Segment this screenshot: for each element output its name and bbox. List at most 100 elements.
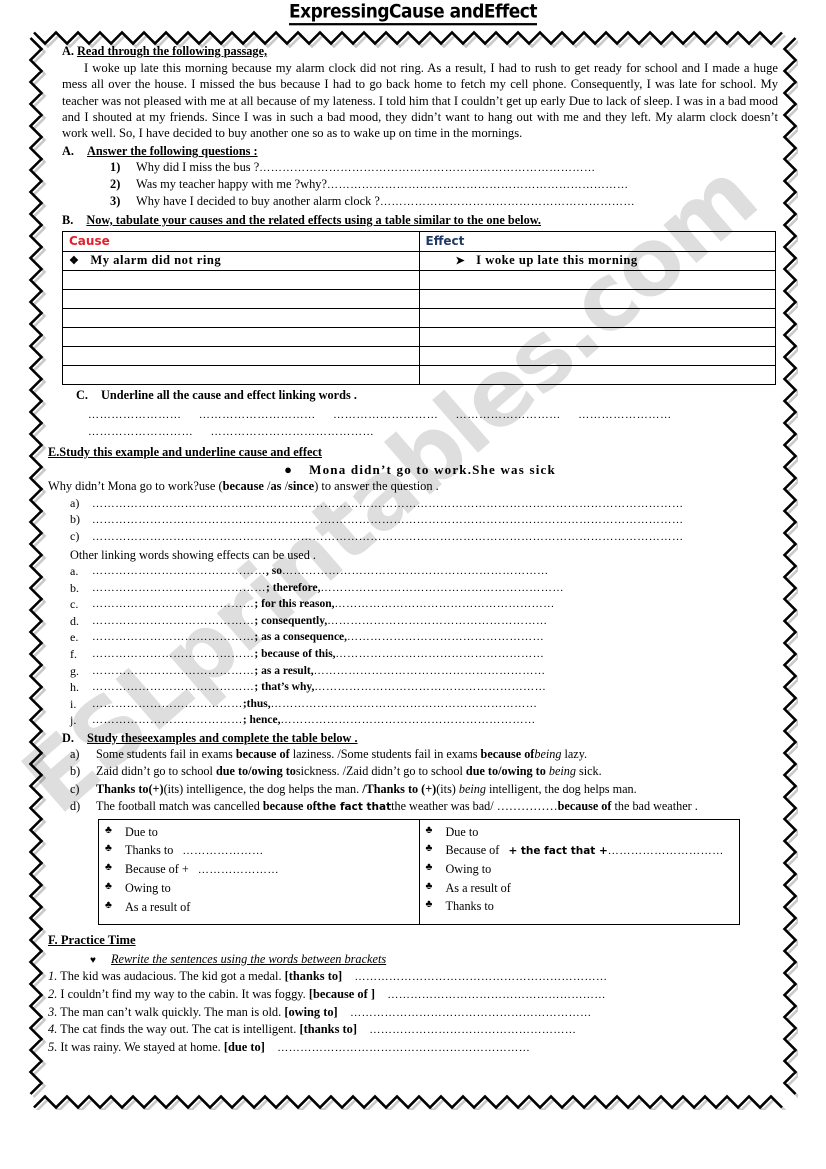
section-a-questions-heading: A. Answer the following questions : bbox=[62, 144, 778, 159]
answer-blank[interactable]: …………………………………………………………………………………………………………… bbox=[92, 514, 684, 526]
answer-blank[interactable]: ……………………… bbox=[88, 426, 193, 438]
answer-blank[interactable]: ……………………………………………………… bbox=[350, 1007, 592, 1019]
section-c-answer-lines[interactable]: …………………… ………………………… ……………………… ……………………… … bbox=[62, 407, 778, 441]
cause-empty-cell[interactable] bbox=[62, 326, 420, 347]
answer-blank[interactable]: ………………… bbox=[183, 845, 264, 857]
answer-blank-left[interactable]: ………………………………… bbox=[92, 698, 243, 710]
answer-blank-right[interactable]: …………………………………………………………… bbox=[282, 565, 549, 577]
list-item[interactable]: 1. The kid was audacious. The kid got a … bbox=[48, 969, 778, 984]
answer-blank[interactable]: …………………………………………………………………………………………………………… bbox=[92, 498, 684, 510]
list-item[interactable]: b. ………………………………………; therefore,……………………………… bbox=[70, 581, 778, 595]
section-d-heading: D. Study theseexamples and complete the … bbox=[62, 731, 778, 746]
answer-blank[interactable]: ………………………………………………………… bbox=[380, 196, 635, 208]
answer-blank[interactable]: …………………………………… bbox=[211, 426, 375, 438]
answer-blank[interactable]: …………………………………………………………………………… bbox=[259, 162, 595, 174]
fact-that-phrase: + the fact that + bbox=[508, 845, 608, 858]
answer-blank-left[interactable]: …………………………………… bbox=[92, 631, 254, 643]
answer-blank[interactable]: ………………………… bbox=[608, 845, 724, 857]
list-item[interactable]: f. ……………………………………; because of this,………………… bbox=[70, 647, 778, 661]
effect-empty-cell[interactable] bbox=[418, 326, 776, 347]
answer-blank[interactable]: …………………… bbox=[88, 409, 182, 421]
answer-blank-right[interactable]: …………………………………………………… bbox=[314, 681, 546, 693]
list-item[interactable]: d. ……………………………………; consequently,………………………… bbox=[70, 614, 778, 628]
answer-blank-right[interactable]: ……………………………………………… bbox=[336, 648, 545, 660]
answer-blank[interactable]: ……………………… bbox=[456, 409, 561, 421]
list-item[interactable]: j. …………………………………; hence,……………………………………………… bbox=[70, 713, 778, 727]
list-item[interactable]: b) ……………………………………………………………………………………………………… bbox=[70, 512, 778, 527]
list-item[interactable]: g. ……………………………………; as a result,…………………………… bbox=[70, 664, 778, 678]
answer-blank[interactable]: …………………………………………………………………………………………………………… bbox=[92, 531, 684, 543]
answer-blank-right[interactable]: ………………………………………………… bbox=[327, 615, 547, 627]
example-text: Thanks to(+)(its) intelligence, the dog … bbox=[96, 781, 637, 796]
linking-word: ; as a consequence, bbox=[254, 631, 348, 644]
item-number: i. bbox=[70, 696, 77, 711]
answer-blank-left[interactable]: ………………………………… bbox=[92, 714, 243, 726]
list-item[interactable]: h. ……………………………………; that’s why,……………………………… bbox=[70, 680, 778, 694]
linking-word: ; consequently, bbox=[254, 614, 328, 627]
cause-empty-cell[interactable] bbox=[62, 364, 420, 385]
list-item[interactable]: a) ……………………………………………………………………………………………………… bbox=[70, 496, 778, 511]
answer-blank[interactable]: …………………… bbox=[578, 409, 672, 421]
cause-empty-cell[interactable] bbox=[62, 307, 420, 328]
effect-empty-cell[interactable] bbox=[418, 307, 776, 328]
answer-blank-row[interactable]: …………………… ………………………… ……………………… ……………………… … bbox=[88, 407, 778, 424]
connector-label: Thanks to bbox=[445, 899, 494, 914]
cause-filled-cell[interactable]: ❖ My alarm did not ring bbox=[62, 250, 420, 271]
connector-label: Because of bbox=[445, 843, 500, 858]
bracket-hint: [because of ] bbox=[308, 986, 375, 1001]
list-item[interactable]: 2. I couldn’t find my way to the cabin. … bbox=[48, 987, 778, 1002]
list-item: ♣ As a result of bbox=[426, 881, 740, 896]
list-item[interactable]: 2) Was my teacher happy with me ?why?…………… bbox=[110, 177, 778, 192]
answer-blank-left[interactable]: …………………………………… bbox=[92, 598, 254, 610]
practice-sentence: The cat finds the way out. The cat is in… bbox=[60, 1022, 297, 1037]
connectors-left-cell: ♣ Due to ♣ Thanks to ………………… ♣ Because of + …… bbox=[98, 818, 420, 926]
item-number: g. bbox=[70, 663, 79, 678]
list-item[interactable]: 3) Why have I decided to buy another alar… bbox=[110, 194, 778, 209]
effect-empty-cell[interactable] bbox=[418, 345, 776, 366]
answer-blank-right[interactable]: …………………………………………………………… bbox=[271, 698, 538, 710]
answer-blank-right[interactable]: ……………………………………………………… bbox=[321, 582, 565, 594]
answer-blank[interactable]: ……………………………………………… bbox=[369, 1024, 576, 1036]
answer-blank-left[interactable]: …………………………………… bbox=[92, 648, 254, 660]
list-item[interactable]: 3. The man can’t walk quickly. The man i… bbox=[48, 1005, 778, 1020]
answer-blank-left[interactable]: …………………………………… bbox=[92, 681, 254, 693]
item-number: b) bbox=[70, 512, 80, 527]
list-item[interactable]: c. ……………………………………; for this reason,………………… bbox=[70, 597, 778, 611]
list-item[interactable]: a. ………………………………………, so…………………………………………………… bbox=[70, 564, 778, 578]
answer-blank[interactable]: ………………………… bbox=[199, 409, 316, 421]
bullet-icon: ● bbox=[284, 461, 294, 477]
club-bullet-icon: ♣ bbox=[105, 899, 112, 911]
item-number: d. bbox=[70, 613, 79, 628]
list-item[interactable]: 4. The cat finds the way out. The cat is… bbox=[48, 1022, 778, 1037]
answer-blank[interactable]: ………………………………………………………… bbox=[355, 971, 608, 983]
answer-blank-left[interactable]: …………………………………… bbox=[92, 665, 254, 677]
list-item[interactable]: 1) Why did I miss the bus ?……………………………………… bbox=[110, 160, 778, 175]
cause-empty-cell[interactable] bbox=[62, 345, 420, 366]
answer-blank-right[interactable]: …………………………………………… bbox=[347, 631, 544, 643]
answer-blank-left[interactable]: ……………………………………… bbox=[92, 565, 266, 577]
answer-blank-row[interactable]: ……………………… …………………………………… bbox=[88, 424, 778, 441]
effect-header-label: Effect bbox=[425, 233, 465, 249]
list-item[interactable]: e. ……………………………………; as a consequence,……………… bbox=[70, 630, 778, 644]
effect-first-value: I woke up late this morning bbox=[476, 253, 638, 267]
cause-empty-cell[interactable] bbox=[62, 288, 420, 309]
answer-blank-left[interactable]: ……………………………………… bbox=[92, 582, 266, 594]
answer-blank-right[interactable]: ………………………………………………… bbox=[334, 598, 554, 610]
answer-blank[interactable]: …………………………………………………………………… bbox=[327, 179, 629, 191]
list-item[interactable]: i. …………………………………;thus,…………………………………………………… bbox=[70, 697, 778, 711]
answer-blank[interactable]: ………………………………………………………… bbox=[277, 1042, 530, 1054]
answer-blank[interactable]: ……………………… bbox=[333, 409, 438, 421]
answer-blank-right[interactable]: ………………………………………………………… bbox=[281, 714, 536, 726]
answer-blank[interactable]: ………………………………………………… bbox=[387, 989, 606, 1001]
bracket-hint: [owing to] bbox=[284, 1004, 338, 1019]
effect-empty-cell[interactable] bbox=[418, 288, 776, 309]
answer-blank-right[interactable]: …………………………………………………… bbox=[314, 665, 546, 677]
cause-empty-cell[interactable] bbox=[62, 269, 420, 290]
list-item[interactable]: c) ……………………………………………………………………………………………………… bbox=[70, 529, 778, 544]
effect-filled-cell[interactable]: ➤ I woke up late this morning bbox=[418, 250, 776, 271]
effect-empty-cell[interactable] bbox=[418, 269, 776, 290]
effect-empty-cell[interactable] bbox=[418, 364, 776, 385]
answer-blank-left[interactable]: …………………………………… bbox=[92, 615, 254, 627]
answer-blank[interactable]: ………………… bbox=[198, 864, 279, 876]
list-item[interactable]: 5. It was rainy. We stayed at home. [due… bbox=[48, 1040, 778, 1055]
